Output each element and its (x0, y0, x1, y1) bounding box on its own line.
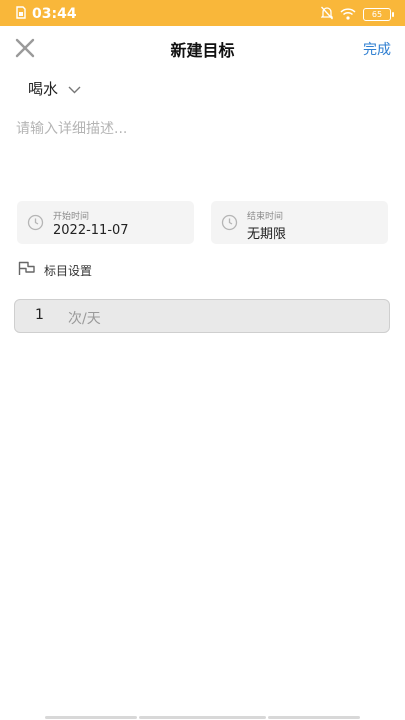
end-date-caption: 结束时间 (247, 212, 284, 222)
start-date-value: 2022-11-07 (53, 223, 129, 238)
target-settings-header: 标目设置 (18, 261, 92, 280)
nav-bar: 新建目标 完成 (0, 26, 405, 70)
battery-icon: 65 (363, 8, 394, 21)
frequency-field[interactable]: 次/天 (14, 299, 390, 333)
clock-icon (27, 214, 44, 235)
gesture-bar (45, 716, 137, 719)
wifi-icon (340, 5, 356, 24)
status-time: 03:44 (32, 5, 77, 22)
description-input[interactable] (16, 118, 386, 188)
sim-card-icon (16, 4, 26, 23)
gesture-bar (139, 716, 266, 719)
category-selector[interactable]: 喝水 (28, 78, 81, 99)
flag-icon (18, 261, 36, 280)
frequency-unit: 次/天 (68, 311, 101, 327)
clock-icon (221, 214, 238, 235)
start-date-card[interactable]: 开始时间 2022-11-07 (17, 201, 194, 244)
chevron-down-icon (68, 79, 81, 98)
status-bar: 03:44 65 (0, 0, 405, 26)
frequency-input[interactable] (35, 307, 65, 323)
gesture-bar (268, 716, 360, 719)
page-title: 新建目标 (170, 41, 235, 60)
end-date-card[interactable]: 结束时间 无期限 (211, 201, 388, 244)
end-date-value: 无期限 (247, 227, 287, 242)
target-settings-label: 标目设置 (44, 264, 93, 278)
done-button[interactable]: 完成 (363, 39, 391, 59)
mute-icon (320, 5, 334, 24)
start-date-caption: 开始时间 (53, 212, 90, 222)
category-label: 喝水 (28, 80, 59, 98)
